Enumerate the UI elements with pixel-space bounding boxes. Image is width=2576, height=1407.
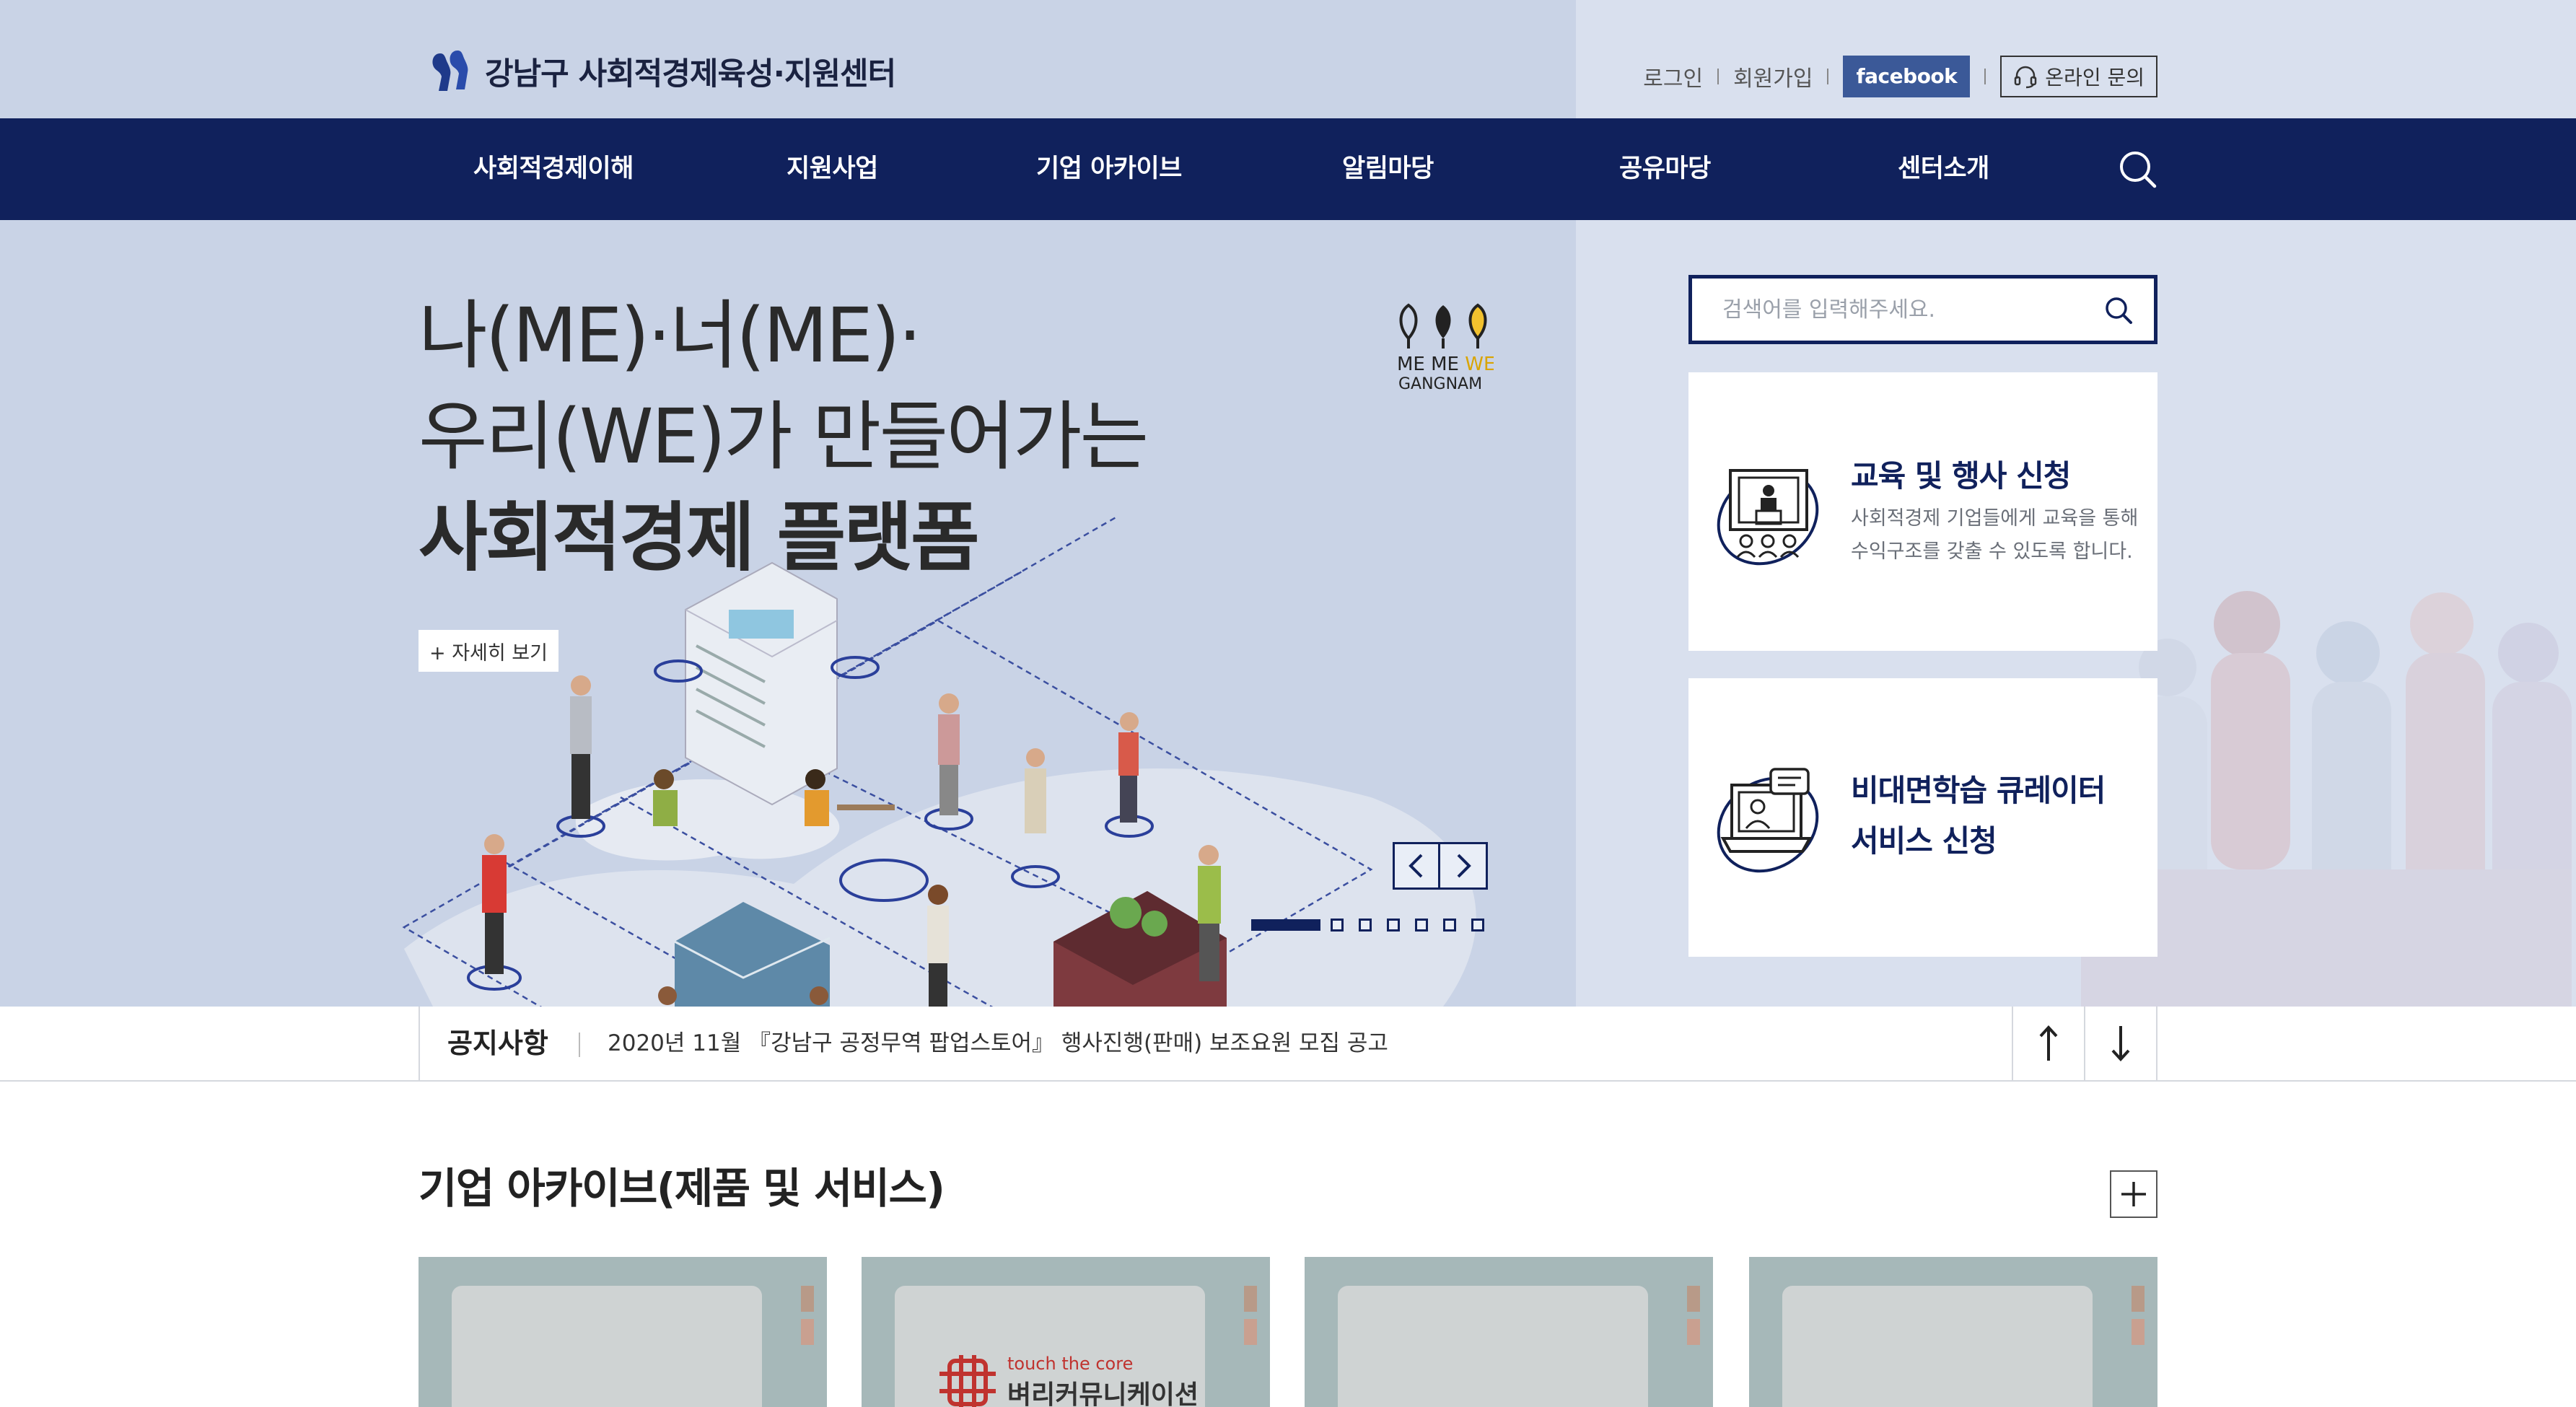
logo-we-text: WE [1465,354,1494,375]
logo-meme-text: ME ME [1397,354,1465,375]
slide-dot[interactable] [1415,919,1428,932]
thumbnail-tab [801,1286,814,1312]
thumbnail-tab [1687,1319,1700,1345]
brand-logo: touch the core 벼리커뮤니케이션 [937,1354,1199,1407]
slide-dot[interactable] [1471,919,1484,932]
notice-box: 공지사항 2020년 11월 『강남구 공정무역 팝업스토어』 행사진행(판매)… [419,1007,2157,1080]
hero-line-3: 사회적경제 플랫폼 [419,494,980,582]
nav-item-share[interactable]: 공유마당 [1619,118,1711,220]
search-input[interactable] [1692,279,2067,341]
thumbnail-card [452,1286,762,1407]
logo-text: 강남구 사회적경제육성·지원센터 [485,56,896,92]
svg-text:ME ME WE: ME ME WE [1397,354,1494,375]
online-inquiry-label: 온라인 문의 [2045,66,2145,89]
thumbnail-tab [2132,1319,2145,1345]
login-link[interactable]: 로그인 [1643,61,1703,92]
arrow-down-icon [2111,1026,2130,1061]
knot-logo-icon [939,1355,996,1407]
nav-item-about[interactable]: 센터소개 [1898,118,1989,220]
slide-dot[interactable] [1331,919,1344,932]
headset-icon [2015,66,2037,89]
chevron-left-icon [1409,854,1423,878]
archive-thumbnail[interactable] [1749,1257,2157,1407]
nav-item-social-economy[interactable]: 사회적경제이해 [473,118,634,220]
online-inquiry-button[interactable]: 온라인 문의 [2000,56,2157,97]
card-education-desc-1: 사회적경제 기업들에게 교육을 통해 [1851,507,2139,530]
notice-label: 공지사항 [447,1027,548,1059]
logo-mark-icon [432,51,468,91]
util-divider [1717,69,1719,84]
slide-arrows [1393,842,1488,890]
nav-search-icon[interactable] [2117,149,2157,189]
card-education-event[interactable]: 교육 및 행사 신청 사회적경제 기업들에게 교육을 통해 수익구조를 갖출 수… [1688,372,2157,651]
hero-line-2: 우리(WE)가 만들어가는 [419,393,1149,481]
nav-item-archive[interactable]: 기업 아카이브 [1036,118,1182,220]
hero-side-panel: 교육 및 행사 신청 사회적경제 기업들에게 교육을 통해 수익구조를 갖출 수… [1576,220,2576,1007]
card-education-title: 교육 및 행사 신청 [1851,458,2071,494]
notice-prev-button[interactable] [2012,1007,2084,1080]
slide-dot[interactable] [1359,919,1372,932]
hero-banner: 나(ME)·너(ME)· 우리(WE)가 만들어가는 사회적경제 플랫폼 + 자… [0,220,1576,1007]
archive-thumbnail[interactable] [419,1257,827,1407]
notice-next-button[interactable] [2084,1007,2156,1080]
plus-icon [2121,1182,2146,1206]
chevron-right-icon [1457,854,1471,878]
hero-line-1: 나(ME)·너(ME)· [419,292,922,380]
nav-item-notice[interactable]: 알림마당 [1342,118,1434,220]
lecture-icon [1717,469,1819,566]
hero-headline: 나(ME)·너(ME)· 우리(WE)가 만들어가는 사회적경제 플랫폼 [419,285,1149,588]
thumbnail-tab [1244,1286,1257,1312]
thumbnail-tab [1687,1286,1700,1312]
slide-dot[interactable] [1443,919,1456,932]
thumbnail-tab [2132,1286,2145,1312]
card-education-desc-2: 수익구조를 갖출 수 있도록 합니다. [1851,540,2133,563]
card-remote-title-2: 서비스 신청 [1851,823,1997,859]
facebook-button[interactable]: facebook [1843,56,1971,97]
card-remote-title-1: 비대면학습 큐레이터 [1851,773,2106,808]
thumbnail-tab [1244,1319,1257,1345]
slide-prev-button[interactable] [1393,842,1440,890]
site-logo[interactable]: 강남구 사회적경제육성·지원센터 [430,49,896,94]
notice-bar: 공지사항 2020년 11월 『강남구 공정무역 팝업스토어』 행사진행(판매)… [0,1007,2576,1082]
utility-menu: 로그인 회원가입 facebook 온라인 문의 [1643,56,2157,97]
util-divider [1827,69,1829,84]
card-remote-learning[interactable]: 비대면학습 큐레이터 서비스 신청 [1688,678,2157,957]
slide-dot-active[interactable] [1251,919,1320,931]
archive-section-title: 기업 아카이브(제품 및 서비스) [419,1164,945,1213]
notice-divider [579,1033,580,1057]
notice-headline-link[interactable]: 2020년 11월 『강남구 공정무역 팝업스토어』 행사진행(판매) 보조요원… [608,1007,1388,1080]
signup-link[interactable]: 회원가입 [1733,61,1813,92]
nav-item-support[interactable]: 지원사업 [787,118,878,220]
meme-we-gangnam-logo: ME ME WE GANGNAM [1397,303,1494,392]
archive-more-button[interactable] [2110,1170,2157,1218]
util-divider [1984,69,1986,84]
more-button[interactable]: + 자세히 보기 [419,630,558,672]
search-box [1688,275,2157,344]
search-icon[interactable] [2103,295,2134,325]
brand-tagline: touch the core [1007,1354,1134,1374]
brand-name: 벼리커뮤니케이션 [1007,1380,1199,1407]
archive-thumbnail[interactable] [1305,1257,1713,1407]
thumbnail-card [1782,1286,2093,1407]
slide-pagination [1251,919,1499,932]
main-nav: 사회적경제이해 지원사업 기업 아카이브 알림마당 공유마당 센터소개 [0,118,2576,220]
thumbnail-card [1338,1286,1648,1407]
arrow-up-icon [2039,1025,2058,1061]
logo-gangnam-text: GANGNAM [1398,375,1482,392]
slide-next-button[interactable] [1440,842,1488,890]
thumbnail-tab [801,1319,814,1345]
online-learning-icon [1717,768,1819,873]
archive-thumbnail[interactable]: touch the core 벼리커뮤니케이션 [862,1257,1270,1407]
slide-dot[interactable] [1387,919,1400,932]
